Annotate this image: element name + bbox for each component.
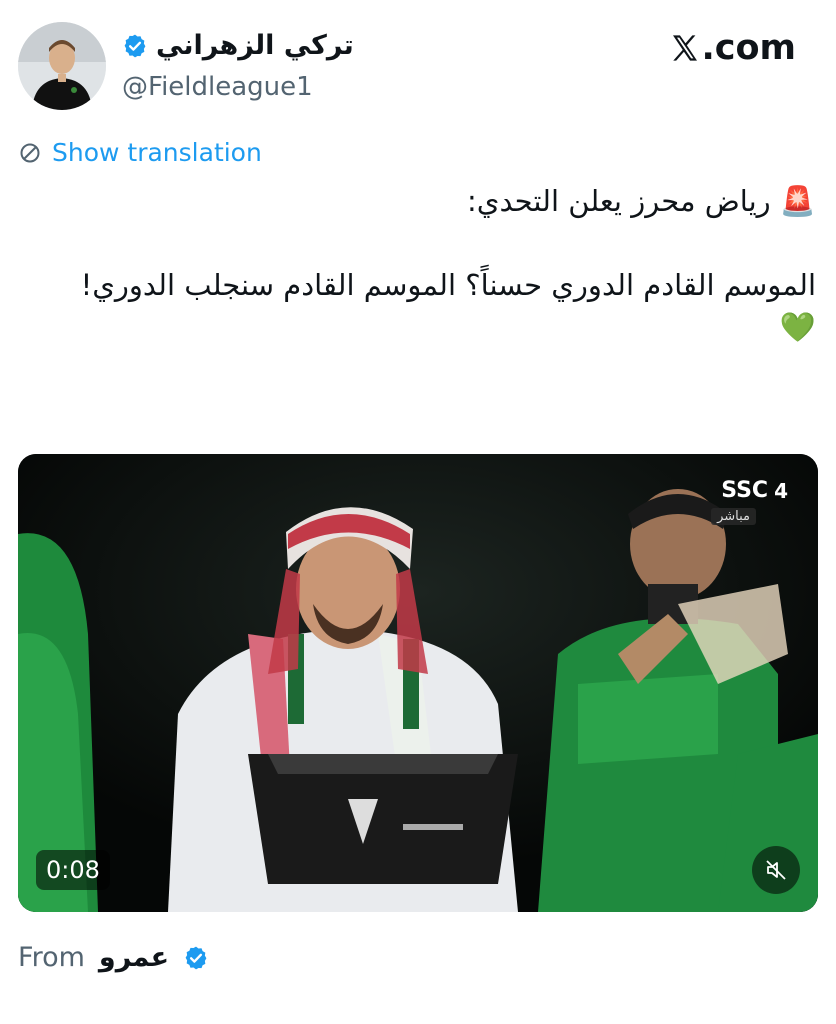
channel-logo: SSC 4 (721, 478, 788, 503)
from-label: From (18, 942, 85, 973)
tweet-line-1-text: رياض محرز يعلن التحدي: (466, 184, 771, 218)
author-handle[interactable]: @Fieldleague1 (122, 72, 313, 102)
tweet-text: 🚨 رياض محرز يعلن التحدي: الموسم القادم ا… (18, 180, 816, 348)
tweet-line-2: الموسم القادم الدوري حسناً؟ الموسم القاد… (80, 268, 816, 303)
tweet-line-1: 🚨 رياض محرز يعلن التحدي: (18, 180, 816, 222)
brand-logo: .com (669, 28, 796, 68)
green-heart-emoji-icon: 💚 (779, 310, 816, 345)
x-logo-icon (673, 35, 698, 61)
channel-logo-text: SSC (721, 478, 769, 503)
muted-speaker-icon (766, 860, 786, 880)
from-name[interactable]: عمرو (99, 942, 169, 973)
verified-badge-icon (183, 945, 209, 971)
tweet-line-3: 💚 (18, 306, 816, 348)
channel-number: 4 (774, 478, 788, 503)
verified-badge-icon (122, 33, 148, 59)
source-attribution[interactable]: From عمرو (18, 942, 209, 973)
mute-button[interactable] (752, 846, 800, 894)
live-label: مباشر (711, 508, 756, 525)
show-translation-button[interactable]: Show translation (18, 138, 262, 167)
translate-icon (20, 143, 40, 162)
author-name-row[interactable]: تركي الزهراني (122, 30, 354, 61)
avatar-image (18, 22, 106, 110)
author-display-name[interactable]: تركي الزهراني (156, 30, 354, 61)
author-avatar[interactable] (18, 22, 106, 110)
video-player[interactable]: SSC 4 مباشر 0:08 (18, 454, 818, 912)
brand-domain-label: .com (701, 28, 796, 68)
video-frame (18, 454, 818, 912)
siren-emoji-icon: 🚨 (779, 184, 816, 218)
show-translation-label[interactable]: Show translation (52, 138, 262, 167)
video-duration: 0:08 (36, 850, 110, 890)
